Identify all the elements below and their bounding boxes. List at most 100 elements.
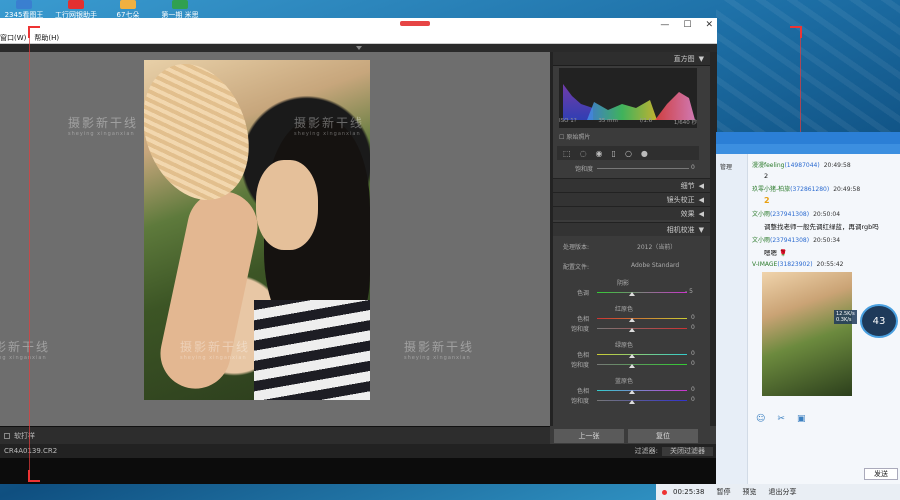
previous-button[interactable]: 上一张 [554, 429, 624, 443]
top-panel-toggle[interactable] [0, 44, 717, 52]
send-button[interactable]: 发送 [864, 468, 898, 480]
app-icon [120, 0, 136, 9]
red-primary-title: 红原色 [615, 306, 634, 313]
sender-id[interactable]: (14987044) [784, 162, 819, 169]
app-icon [172, 0, 188, 9]
original-photo-toggle[interactable]: ☐ 原始照片 [559, 132, 590, 141]
preview-button[interactable]: 预览 [736, 487, 762, 497]
watermark-text: 摄影新干线 [68, 116, 139, 130]
close-button[interactable]: ✕ [705, 18, 713, 32]
triangle-left-icon: ◀ [698, 195, 704, 204]
emoji-icon[interactable]: ☺ [756, 414, 765, 424]
sender-id[interactable]: (237941308) [770, 237, 809, 244]
blue-sat-slider[interactable] [597, 400, 687, 401]
triangle-left-icon: ◀ [698, 209, 704, 218]
develop-right-panel: 直方图 ▼ ISO 1? 35 mm f/1.6 1/640 秒 ☐ 原始照片 ⬚… [550, 52, 710, 426]
slider-thumb[interactable] [629, 318, 635, 322]
radial-filter-icon[interactable]: ○ [625, 149, 632, 158]
histogram-header[interactable]: 直方图 ▼ [553, 52, 710, 66]
section-detail[interactable]: 细节 ◀ [553, 178, 710, 192]
watermark: 摄影新干线sheying xinganxian [0, 338, 50, 361]
chat-message: 文小雨(237941308) 20:50:04 调整找老师一般先调红绿蓝，再调rg… [752, 209, 898, 231]
filmstrip[interactable] [0, 458, 717, 484]
filename-label[interactable]: CR4A0139.CR2 [4, 447, 57, 455]
saturation-slider[interactable] [597, 168, 689, 169]
desktop-icon-excel[interactable]: 第一期 米思 [158, 0, 202, 20]
chat-sidebar: 管理 [716, 154, 748, 484]
profile-select[interactable]: Adobe Standard [631, 262, 679, 269]
sender-name[interactable]: 漫漫feeling [752, 162, 784, 169]
reset-button[interactable]: 复位 [628, 429, 698, 443]
crop-tool-icon[interactable]: ⬚ [563, 149, 571, 158]
sender-name[interactable]: 文小雨 [752, 211, 770, 218]
sender-id[interactable]: (31823902) [777, 261, 812, 268]
red-sat-value: 0 [691, 324, 695, 331]
sender-id[interactable]: (372861280) [790, 186, 829, 193]
slider-thumb[interactable] [629, 364, 635, 368]
graduated-filter-icon[interactable]: ▯ [612, 149, 616, 158]
sidebar-manage[interactable]: 管理 [716, 154, 747, 171]
histogram-title: 直方图 [673, 54, 695, 63]
chat-input-tools: ☺ ✂ ▣ [756, 414, 805, 424]
red-sat-slider[interactable] [597, 328, 687, 329]
exit-share-button[interactable]: 退出分享 [762, 487, 802, 497]
photo-hat [144, 60, 267, 215]
sender-name[interactable]: V-IMAGE [752, 261, 777, 268]
green-hue-label: 色相 [577, 352, 590, 359]
slider-thumb[interactable] [629, 292, 635, 296]
shadow-tint-slider[interactable] [597, 292, 687, 293]
checkbox-icon: ☐ [559, 134, 565, 141]
green-sat-slider[interactable] [597, 364, 687, 365]
slider-thumb[interactable] [629, 390, 635, 394]
recording-indicator [400, 21, 430, 26]
watermark: 摄影新干线sheying xinganxian [294, 114, 364, 137]
message-time: 20:50:04 [813, 211, 841, 218]
pause-button[interactable]: 暂停 [710, 487, 736, 497]
triangle-left-icon: ◀ [698, 181, 704, 190]
message-body: 2 [764, 196, 770, 205]
sender-id[interactable]: (237941308) [770, 211, 809, 218]
minimize-button[interactable]: — [660, 18, 669, 32]
bottom-toolbar: 软打样 [0, 426, 550, 444]
photo-arm [153, 184, 265, 396]
chat-message: V-IMAGE(31823902) 20:55:42 [752, 261, 898, 268]
blue-hue-slider[interactable] [597, 390, 687, 391]
maximize-button[interactable]: ☐ [683, 18, 691, 32]
watermark-sub: sheying xinganxian [404, 355, 471, 361]
brush-icon[interactable]: ● [641, 149, 648, 158]
slider-thumb[interactable] [629, 328, 635, 332]
image-canvas[interactable]: 摄影新干线 sheying xinganxian 摄影新干线 sheying xin… [0, 52, 550, 426]
blue-sat-label: 饱和度 [571, 398, 590, 405]
filter-label: 过滤器: [634, 447, 658, 455]
watermark-sub: sheying xinganxian [68, 131, 135, 137]
spot-removal-icon[interactable]: ◌ [580, 149, 587, 158]
app-icon [16, 0, 32, 9]
aperture: f/1.6 [639, 118, 653, 124]
app-icon [68, 0, 84, 9]
menu-window[interactable]: 窗口(W) [0, 32, 26, 43]
network-speed-badge[interactable]: 43 [860, 304, 898, 338]
sender-name[interactable]: 文小雨 [752, 237, 770, 244]
scissors-icon[interactable]: ✂ [777, 414, 785, 424]
filmstrip-bar: CR4A0139.CR2 过滤器: 关闭过滤器 [0, 444, 717, 458]
desktop-icon-67[interactable]: 67七朵 [106, 0, 150, 20]
soft-proof-checkbox[interactable] [4, 432, 10, 439]
sender-name[interactable]: 玖零小猪-柏旅 [752, 186, 790, 193]
filter-select[interactable]: 关闭过滤器 [662, 446, 713, 456]
watermark-text: 摄影新干线 [404, 340, 475, 354]
slider-thumb[interactable] [629, 354, 635, 358]
chat-image[interactable] [762, 272, 852, 396]
green-hue-slider[interactable] [597, 354, 687, 355]
red-eye-icon[interactable]: ◉ [596, 149, 603, 158]
red-hue-slider[interactable] [597, 318, 687, 319]
section-lens-correction[interactable]: 镜头校正 ◀ [553, 192, 710, 206]
section-effects[interactable]: 效果 ◀ [553, 206, 710, 220]
section-camera-calibration[interactable]: 相机校准 ▼ [553, 222, 710, 236]
image-icon[interactable]: ▣ [797, 414, 806, 424]
process-version-select[interactable]: 2012（当前） [637, 242, 676, 251]
qq-chat-window: 管理 漫漫feeling(14987044) 20:49:58 2 玖零小猪-柏旅… [716, 132, 900, 484]
shadow-tint-label: 色调 [577, 290, 590, 297]
desktop-icon-icbc[interactable]: 工行网银助手 [54, 0, 98, 20]
slider-thumb[interactable] [629, 400, 635, 404]
desktop-icon-kantu[interactable]: 2345看图王 [2, 0, 46, 20]
